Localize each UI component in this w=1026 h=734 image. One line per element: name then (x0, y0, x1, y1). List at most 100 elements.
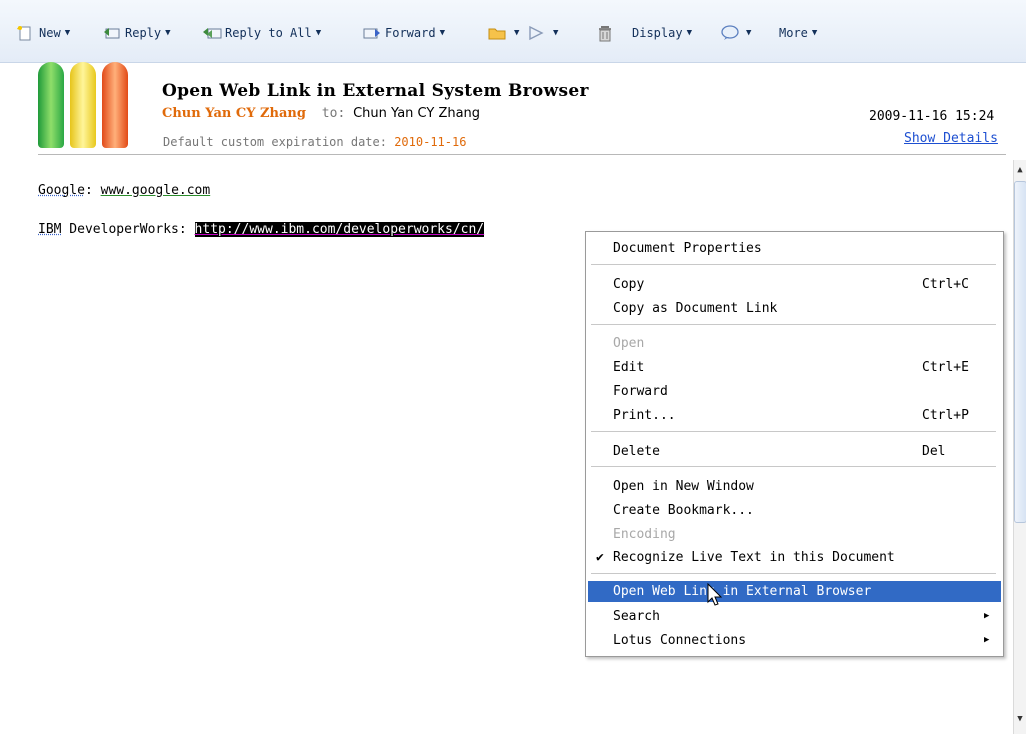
chevron-down-icon: ▼ (315, 28, 322, 38)
chevron-down-icon: ▼ (165, 28, 171, 38)
chat-button[interactable]: ▼ (720, 24, 751, 42)
logo-board-yellow (70, 62, 96, 148)
display-button[interactable]: Display ▼ (632, 24, 692, 42)
menu-item-label: Forward (613, 384, 668, 399)
mouse-pointer-icon (707, 582, 723, 611)
logo-board-green (38, 62, 64, 148)
google-link[interactable]: www.google.com (101, 183, 211, 198)
header-divider (38, 154, 1006, 155)
menu-item-label: Delete (613, 444, 660, 459)
flag-icon (527, 25, 545, 41)
menu-separator (591, 431, 996, 432)
more-button[interactable]: More ▼ (779, 24, 817, 42)
menu-item-label: Encoding (613, 527, 676, 542)
menu-item-open-web-link-external[interactable]: Open Web Link in External Browser (588, 581, 1001, 602)
menu-item-label: Copy as Document Link (613, 301, 778, 316)
expiration-date: 2010-11-16 (394, 135, 467, 149)
context-menu: Document Properties Copy Ctrl+C Copy as … (585, 231, 1004, 657)
expiration-line: Default custom expiration date: 2010-11-… (163, 135, 466, 149)
chevron-down-icon: ▼ (811, 28, 818, 38)
chevron-down-icon: ▼ (439, 28, 445, 38)
menu-separator (591, 324, 996, 325)
live-text-ibm[interactable]: IBM (38, 222, 61, 237)
reply-button[interactable]: Reply ▼ (103, 24, 171, 42)
menu-item-search[interactable]: Search ▶ (588, 606, 1001, 627)
developerworks-label: DeveloperWorks: (61, 222, 195, 237)
menu-item-open: Open (588, 333, 1001, 354)
show-details-link[interactable]: Show Details (904, 131, 998, 146)
forward-button[interactable]: Forward ▼ (363, 24, 445, 42)
more-label: More (779, 26, 808, 40)
chevron-down-icon: ▼ (514, 28, 520, 38)
menu-item-print[interactable]: Print... Ctrl+P (588, 405, 1001, 426)
sender-name[interactable]: Chun Yan CY Zhang (162, 106, 306, 121)
menu-item-label: Search (613, 609, 660, 624)
menu-item-open-in-new-window[interactable]: Open in New Window (588, 476, 1001, 497)
menu-item-encoding: Encoding (588, 524, 1001, 545)
reply-all-label: Reply to All (225, 26, 312, 40)
chevron-down-icon: ▼ (686, 28, 692, 38)
menu-item-label: Open (613, 336, 645, 351)
folder-button[interactable]: ▼ (488, 24, 519, 42)
live-text-google[interactable]: Google (38, 183, 85, 198)
menu-item-shortcut: Del (922, 444, 946, 459)
menu-item-shortcut: Ctrl+C (922, 277, 969, 292)
new-button[interactable]: New ▼ (17, 24, 70, 42)
menu-item-recognize-live-text[interactable]: ✔ Recognize Live Text in this Document (588, 547, 1001, 568)
menu-item-label: Document Properties (613, 241, 762, 256)
menu-item-label: Open in New Window (613, 479, 754, 494)
menu-item-document-properties[interactable]: Document Properties (588, 238, 1001, 259)
menu-item-edit[interactable]: Edit Ctrl+E (588, 357, 1001, 378)
action-toolbar: New ▼ Reply ▼ Reply to All ▼ Forward ▼ ▼ ▼ (0, 0, 1026, 63)
display-label: Display (632, 26, 683, 40)
menu-item-copy-as-document-link[interactable]: Copy as Document Link (588, 298, 1001, 319)
menu-item-label: Print... (613, 408, 676, 423)
scroll-up-icon[interactable]: ▲ (1014, 163, 1026, 177)
new-label: New (39, 26, 61, 40)
menu-item-label: Edit (613, 360, 645, 375)
submenu-arrow-icon: ▶ (984, 635, 990, 645)
separator-text: : (84, 183, 101, 198)
checkmark-icon: ✔ (596, 550, 604, 565)
body-line-google: Google: www.google.com (38, 183, 210, 198)
menu-item-forward[interactable]: Forward (588, 381, 1001, 402)
menu-item-label: Recognize Live Text in this Document (613, 550, 895, 565)
reply-all-icon (203, 25, 222, 41)
chat-bubble-icon (720, 25, 739, 41)
menu-item-copy[interactable]: Copy Ctrl+C (588, 274, 1001, 295)
chevron-down-icon: ▼ (553, 28, 559, 38)
scrollbar-thumb[interactable] (1014, 181, 1026, 523)
menu-item-label: Lotus Connections (613, 633, 747, 648)
trash-icon (597, 25, 615, 42)
menu-separator (591, 466, 996, 467)
follow-up-button[interactable]: ▼ (527, 24, 558, 42)
reply-all-button[interactable]: Reply to All ▼ (203, 24, 321, 42)
reply-label: Reply (125, 26, 162, 40)
menu-item-create-bookmark[interactable]: Create Bookmark... (588, 500, 1001, 521)
expiration-label: Default custom expiration date: (163, 135, 387, 149)
chevron-down-icon: ▼ (746, 28, 752, 38)
sender-line: Chun Yan CY Zhang to: Chun Yan CY Zhang (162, 106, 480, 121)
forward-label: Forward (385, 26, 436, 40)
menu-item-delete[interactable]: Delete Del (588, 441, 1001, 462)
logo-board-orange (102, 62, 128, 148)
recipient-name[interactable]: Chun Yan CY Zhang (353, 106, 480, 121)
submenu-arrow-icon: ▶ (984, 611, 990, 621)
scroll-down-icon[interactable]: ▼ (1014, 712, 1026, 726)
folder-icon (488, 25, 506, 41)
reply-icon (103, 25, 121, 41)
developerworks-link-selected[interactable]: http://www.ibm.com/developerworks/cn/ (194, 222, 485, 237)
menu-item-shortcut: Ctrl+E (922, 360, 969, 375)
body-line-ibm: IBM DeveloperWorks: http://www.ibm.com/d… (38, 222, 485, 237)
message-timestamp: 2009-11-16 15:24 (869, 109, 995, 124)
menu-item-lotus-connections[interactable]: Lotus Connections ▶ (588, 630, 1001, 651)
new-document-icon (17, 25, 35, 41)
menu-item-label: Open Web Link in External Browser (613, 584, 872, 599)
delete-button[interactable] (597, 24, 619, 42)
forward-icon (363, 25, 381, 41)
chevron-down-icon: ▼ (64, 28, 71, 38)
menu-separator (591, 573, 996, 574)
menu-item-shortcut: Ctrl+P (922, 408, 969, 423)
menu-separator (591, 264, 996, 265)
menu-item-label: Copy (613, 277, 645, 292)
